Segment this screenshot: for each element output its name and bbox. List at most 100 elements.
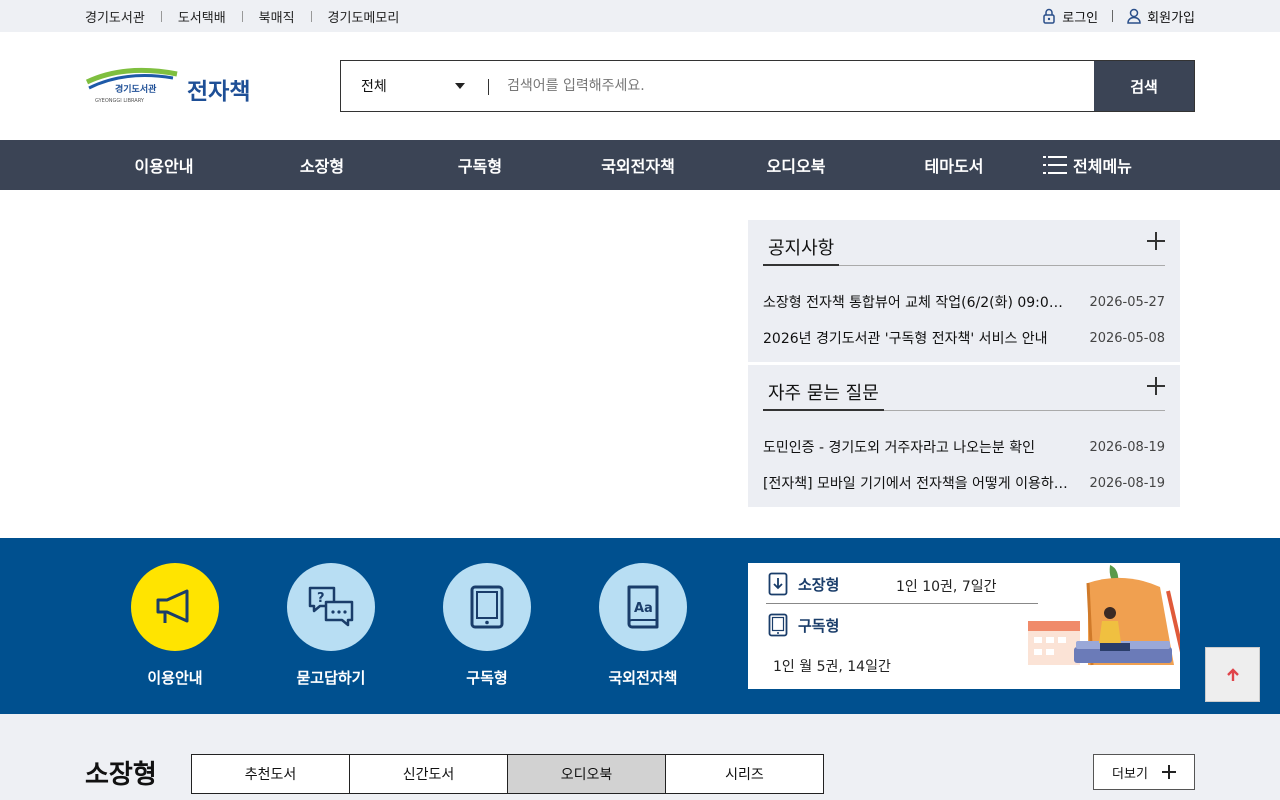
top-link-delivery[interactable]: 도서택배: [178, 7, 226, 26]
faq-more-plus-icon[interactable]: [1147, 377, 1165, 395]
nav-audiobook[interactable]: 오디오북: [717, 153, 875, 177]
logo-sub: GYEONGGI LIBRARY: [95, 98, 145, 104]
search-input[interactable]: [489, 61, 1094, 111]
scroll-to-top-button[interactable]: [1205, 647, 1260, 702]
list-item[interactable]: 2026년 경기도서관 '구독형 전자책' 서비스 안내 2026-05-08: [763, 320, 1165, 356]
search-category-value: 전체: [361, 79, 387, 95]
list-item[interactable]: 소장형 전자책 통합뷰어 교체 작업(6/2(화) 09:00~) 2026-0…: [763, 284, 1165, 320]
main-nav: 이용안내 소장형 구독형 국외전자책 오디오북 테마도서 전체메뉴: [0, 140, 1280, 190]
nav-all-menu[interactable]: 전체메뉴: [1043, 153, 1132, 177]
section-tabs: 추천도서 신간도서 오디오북 시리즈: [191, 754, 824, 794]
quick-circle: [131, 563, 219, 651]
loan-info-card: 소장형 1인 10권, 7일간 구독형 1인 월 5권, 14일간: [748, 563, 1180, 689]
owned-label: 소장형: [798, 575, 840, 594]
faq-item-date: 2026-08-19: [1089, 475, 1165, 491]
plus-icon: [1161, 765, 1176, 779]
faq-panel: 자주 묻는 질문 도민인증 - 경기도외 거주자라고 나오는분 확인 2026-…: [748, 365, 1180, 507]
quick-guide[interactable]: 이용안내: [131, 563, 219, 688]
utility-bar: 경기도서관 도서택배 북매직 경기도메모리 로그인 회원가입: [0, 0, 1280, 32]
collection-section: 소장형 추천도서 신간도서 오디오북 시리즈 더보기: [0, 714, 1280, 800]
faq-item-title: 도민인증 - 경기도외 거주자라고 나오는분 확인: [763, 440, 1036, 456]
subscription-label: 구독형: [798, 616, 840, 635]
tablet-icon: [470, 585, 504, 629]
faq-item-title: [전자책] 모바일 기기에서 전자책을 어떻게 이용하나요: [763, 476, 1068, 492]
section-title: 소장형: [85, 760, 157, 790]
notice-more-plus-icon[interactable]: [1147, 232, 1165, 250]
top-links: 경기도서관 도서택배 북매직 경기도메모리: [85, 0, 399, 32]
notice-list: 소장형 전자책 통합뷰어 교체 작업(6/2(화) 09:00~) 2026-0…: [763, 266, 1165, 356]
signup-label: 회원가입: [1147, 10, 1195, 26]
lock-icon: [1043, 8, 1056, 24]
quick-circle: ?: [287, 563, 375, 651]
logo-emblem: 경기도서관 GYEONGGI LIBRARY: [85, 67, 178, 104]
divider: [241, 10, 243, 22]
nav-theme[interactable]: 테마도서: [875, 153, 1033, 177]
nav-foreign[interactable]: 국외전자책: [559, 153, 717, 177]
notice-item-date: 2026-05-27: [1089, 294, 1165, 310]
tab-new[interactable]: 신간도서: [349, 754, 508, 794]
list-item[interactable]: [전자책] 모바일 기기에서 전자책을 어떻게 이용하나요 2026-08-19: [763, 465, 1165, 501]
divider: [310, 10, 312, 22]
megaphone-icon: [156, 589, 189, 623]
quick-label: 묻고답하기: [296, 669, 366, 687]
search-bar: 전체 검색: [340, 60, 1195, 112]
divider: [766, 603, 1038, 604]
chat-question-icon: ?: [308, 586, 354, 627]
owned-rule: 1인 10권, 7일간: [896, 579, 997, 595]
nav-subscription[interactable]: 구독형: [401, 153, 559, 177]
quick-menu-band: 이용안내 ? 묻고답하기 구독형 Aa 국외전자책 소장형 1인 10권, 7일…: [0, 538, 1280, 714]
top-link-library[interactable]: 경기도서관: [85, 7, 145, 26]
subscription-rule: 1인 월 5권, 14일간: [773, 659, 891, 675]
tab-series[interactable]: 시리즈: [665, 754, 824, 794]
list-item[interactable]: 도민인증 - 경기도외 거주자라고 나오는분 확인 2026-08-19: [763, 429, 1165, 465]
search-button[interactable]: 검색: [1094, 61, 1194, 111]
quick-circle: [443, 563, 531, 651]
notice-header: 공지사항: [763, 220, 1165, 266]
quick-label: 국외전자책: [608, 669, 678, 687]
logo-title: 전자책: [187, 79, 251, 105]
notice-panel: 공지사항 소장형 전자책 통합뷰어 교체 작업(6/2(화) 09:00~) 2…: [748, 220, 1180, 362]
nav-guide[interactable]: 이용안내: [85, 153, 243, 177]
divider: [1112, 10, 1114, 22]
login-link[interactable]: 로그인: [1042, 7, 1098, 26]
quick-qna[interactable]: ? 묻고답하기: [287, 563, 375, 688]
faq-list: 도민인증 - 경기도외 거주자라고 나오는분 확인 2026-08-19 [전자…: [763, 411, 1165, 501]
download-icon: [768, 572, 788, 596]
login-label: 로그인: [1062, 10, 1099, 26]
more-button[interactable]: 더보기: [1093, 754, 1195, 790]
logo-org: 경기도서관: [115, 83, 157, 95]
quick-label: 구독형: [466, 669, 508, 687]
tablet-icon: [768, 613, 788, 637]
svg-text:?: ?: [317, 591, 325, 606]
notice-item-title: 2026년 경기도서관 '구독형 전자책' 서비스 안내: [763, 331, 1048, 347]
header: 경기도서관 GYEONGGI LIBRARY 전자책 전체 검색: [0, 32, 1280, 140]
owned-row: 소장형: [768, 572, 839, 596]
tab-audiobook[interactable]: 오디오북: [507, 754, 666, 794]
faq-item-date: 2026-08-19: [1089, 439, 1165, 455]
top-link-memory[interactable]: 경기도메모리: [328, 7, 400, 26]
nav-owned[interactable]: 소장형: [243, 153, 401, 177]
dictionary-icon: Aa: [627, 585, 659, 629]
notice-title: 공지사항: [763, 234, 840, 266]
notice-item-date: 2026-05-08: [1089, 330, 1165, 346]
search-category-select[interactable]: 전체: [341, 61, 489, 111]
caret-down-icon: [455, 83, 465, 89]
quick-circle: Aa: [599, 563, 687, 651]
tab-recommended[interactable]: 추천도서: [191, 754, 350, 794]
quick-foreign[interactable]: Aa 국외전자책: [599, 563, 687, 688]
account-links: 로그인 회원가입: [1042, 0, 1195, 32]
quick-subscription[interactable]: 구독형: [443, 563, 531, 688]
subscription-row: 구독형: [768, 613, 839, 637]
top-link-bookmagic[interactable]: 북매직: [259, 7, 295, 26]
faq-title: 자주 묻는 질문: [763, 379, 884, 411]
site-logo[interactable]: 경기도서관 GYEONGGI LIBRARY 전자책: [85, 66, 260, 108]
reading-illustration: [1028, 565, 1180, 666]
more-label: 더보기: [1112, 766, 1148, 782]
nav-all-label: 전체메뉴: [1073, 157, 1132, 176]
notice-item-title: 소장형 전자책 통합뷰어 교체 작업(6/2(화) 09:00~): [763, 295, 1068, 311]
signup-link[interactable]: 회원가입: [1127, 7, 1195, 26]
quick-label: 이용안내: [147, 669, 203, 687]
user-icon: [1127, 8, 1141, 24]
menu-icon: [1043, 156, 1067, 174]
faq-header: 자주 묻는 질문: [763, 365, 1165, 411]
